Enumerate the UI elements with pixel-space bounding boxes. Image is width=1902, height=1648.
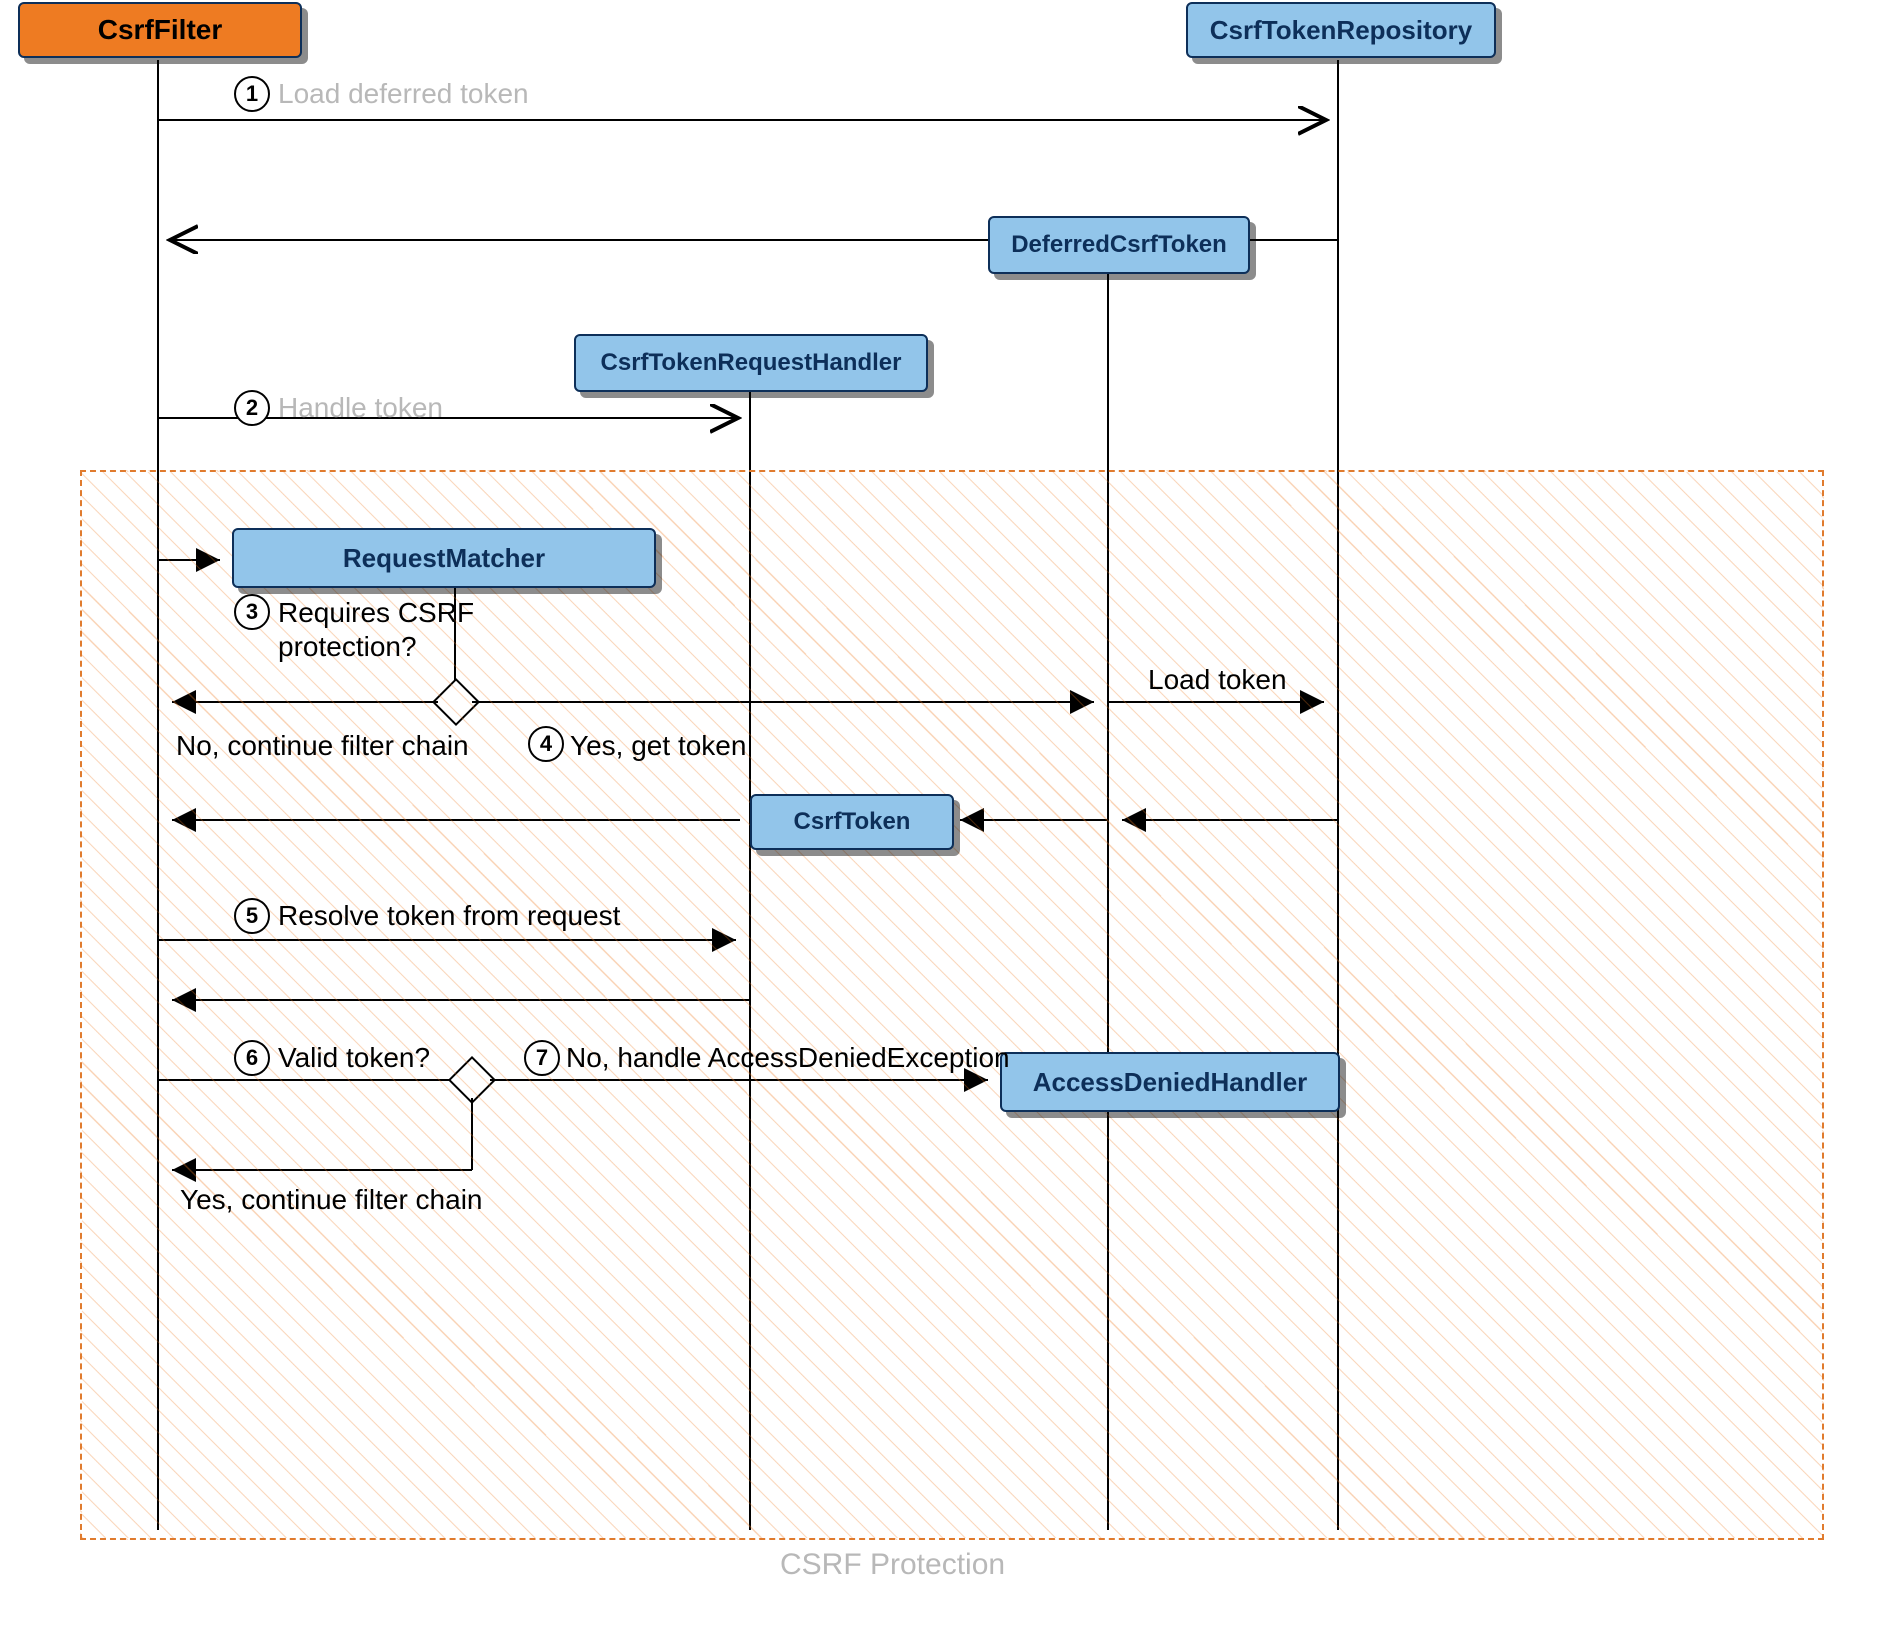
step-label: No, continue filter chain xyxy=(176,730,469,762)
step-label: Requires CSRF protection? xyxy=(278,596,474,663)
request-matcher-box: RequestMatcher xyxy=(232,528,656,588)
deferred-csrf-token-box: DeferredCsrfToken xyxy=(988,216,1250,274)
step-label: Handle token xyxy=(278,392,443,424)
frame-title: CSRF Protection xyxy=(780,1548,1005,1582)
csrf-filter-box: CsrfFilter xyxy=(18,2,302,58)
step-label: Yes, get token xyxy=(570,730,746,762)
step-label: Valid token? xyxy=(278,1042,430,1074)
step-badge: 4 xyxy=(528,726,564,762)
step-badge: 6 xyxy=(234,1040,270,1076)
csrf-token-request-handler-box: CsrfTokenRequestHandler xyxy=(574,334,928,392)
step-label: Resolve token from request xyxy=(278,900,620,932)
step-badge: 3 xyxy=(234,594,270,630)
step-badge: 2 xyxy=(234,390,270,426)
step-label: Load deferred token xyxy=(278,78,529,110)
step-badge: 1 xyxy=(234,76,270,112)
csrf-token-box: CsrfToken xyxy=(750,794,954,850)
step-badge: 5 xyxy=(234,898,270,934)
step-label: Load token xyxy=(1148,664,1287,696)
step-badge: 7 xyxy=(524,1040,560,1076)
access-denied-handler-box: AccessDeniedHandler xyxy=(1000,1052,1340,1112)
csrf-token-repository-box: CsrfTokenRepository xyxy=(1186,2,1496,58)
step-label: No, handle AccessDeniedException xyxy=(566,1042,1010,1074)
step-label: Yes, continue filter chain xyxy=(180,1184,483,1216)
